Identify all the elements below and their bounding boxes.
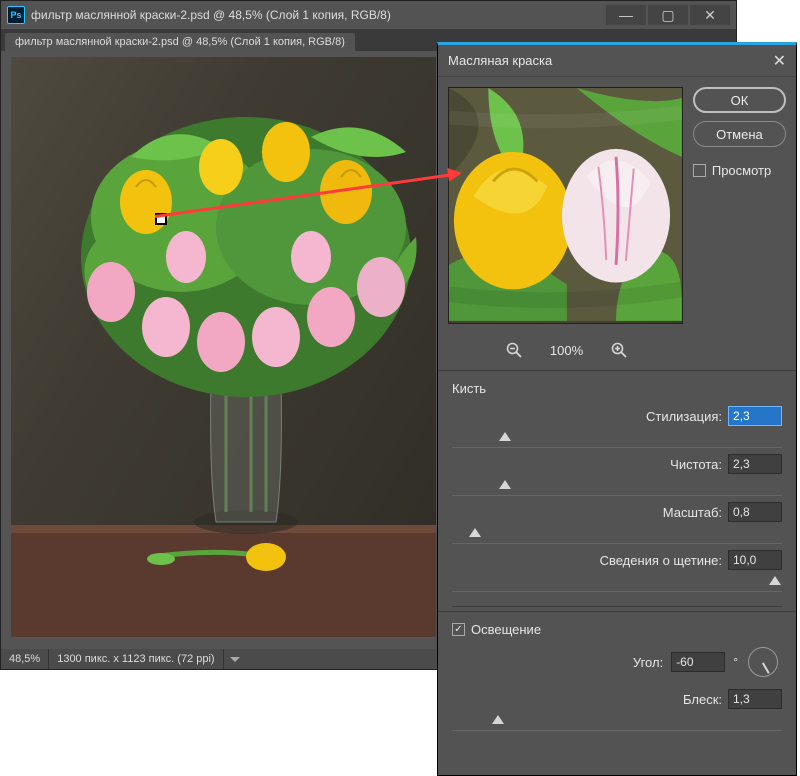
zoom-level: 100% (550, 343, 583, 358)
dialog-title: Масляная краска (448, 53, 552, 68)
cleanliness-label: Чистота: (670, 457, 722, 472)
preview-zoom-controls: 100% (448, 342, 685, 358)
slider-thumb-icon[interactable] (499, 480, 511, 489)
status-zoom[interactable]: 48,5% (1, 649, 49, 669)
angle-input[interactable] (671, 652, 725, 672)
oil-paint-dialog: Масляная краска ✕ (437, 42, 797, 776)
scale-slider[interactable] (452, 526, 782, 544)
status-dimensions: 1300 пикс. x 1123 пикс. (72 ppi) (49, 649, 223, 669)
window-titlebar: Ps фильтр маслянной краски-2.psd @ 48,5%… (1, 1, 736, 29)
slider-thumb-icon[interactable] (492, 715, 504, 724)
document-canvas[interactable] (11, 57, 436, 637)
shine-input[interactable] (728, 689, 782, 709)
maximize-button[interactable]: ▢ (648, 5, 688, 25)
param-bristle: Сведения о щетине: (452, 550, 782, 592)
scale-label: Масштаб: (663, 505, 722, 520)
status-bar: 48,5% 1300 пикс. x 1123 пикс. (72 ppi) (1, 649, 436, 669)
stylization-input[interactable] (728, 406, 782, 426)
brush-section-label: Кисть (452, 381, 486, 396)
param-shine: Блеск: (452, 689, 782, 731)
scale-input[interactable] (728, 502, 782, 522)
ok-button[interactable]: ОК (693, 87, 786, 113)
lighting-section: ✓ Освещение Угол: ° Блеск: (438, 611, 796, 741)
cancel-button[interactable]: Отмена (693, 121, 786, 147)
cleanliness-input[interactable] (728, 454, 782, 474)
preview-checkbox-label: Просмотр (712, 163, 771, 178)
param-scale: Масштаб: (452, 502, 782, 544)
param-angle: Угол: ° (452, 647, 782, 677)
slider-thumb-icon[interactable] (769, 576, 781, 585)
shine-label: Блеск: (683, 692, 722, 707)
shine-slider[interactable] (452, 713, 782, 731)
bristle-slider[interactable] (452, 574, 782, 592)
degree-symbol: ° (733, 655, 738, 669)
dialog-titlebar: Масляная краска ✕ (438, 45, 796, 77)
param-cleanliness: Чистота: (452, 454, 782, 496)
angle-dial[interactable] (748, 647, 778, 677)
minimize-button[interactable]: — (606, 5, 646, 25)
document-tab[interactable]: фильтр маслянной краски-2.psd @ 48,5% (С… (5, 33, 355, 51)
preview-artwork (449, 88, 682, 321)
param-stylization: Стилизация: (452, 406, 782, 448)
section-divider (452, 606, 782, 607)
photoshop-app-icon: Ps (7, 6, 25, 24)
dialog-close-button[interactable]: ✕ (773, 51, 786, 71)
cleanliness-slider[interactable] (452, 478, 782, 496)
preview-checkbox[interactable] (693, 164, 706, 177)
close-window-button[interactable]: ✕ (690, 5, 730, 25)
brush-section: Кисть Стилизация: Чистота: Масштаб: (438, 370, 796, 602)
zoom-in-icon[interactable] (611, 342, 627, 358)
status-menu-caret-icon[interactable] (230, 657, 240, 662)
window-title: фильтр маслянной краски-2.psd @ 48,5% (С… (31, 8, 391, 22)
canvas-artwork (11, 57, 436, 637)
bristle-label: Сведения о щетине: (600, 553, 722, 568)
slider-thumb-icon[interactable] (499, 432, 511, 441)
stylization-label: Стилизация: (646, 409, 722, 424)
bristle-input[interactable] (728, 550, 782, 570)
lighting-checkbox[interactable]: ✓ (452, 623, 465, 636)
slider-thumb-icon[interactable] (469, 528, 481, 537)
stylization-slider[interactable] (452, 430, 782, 448)
angle-label: Угол: (633, 655, 663, 670)
lighting-section-label: Освещение (471, 622, 541, 637)
filter-preview[interactable] (448, 87, 683, 324)
zoom-out-icon[interactable] (506, 342, 522, 358)
